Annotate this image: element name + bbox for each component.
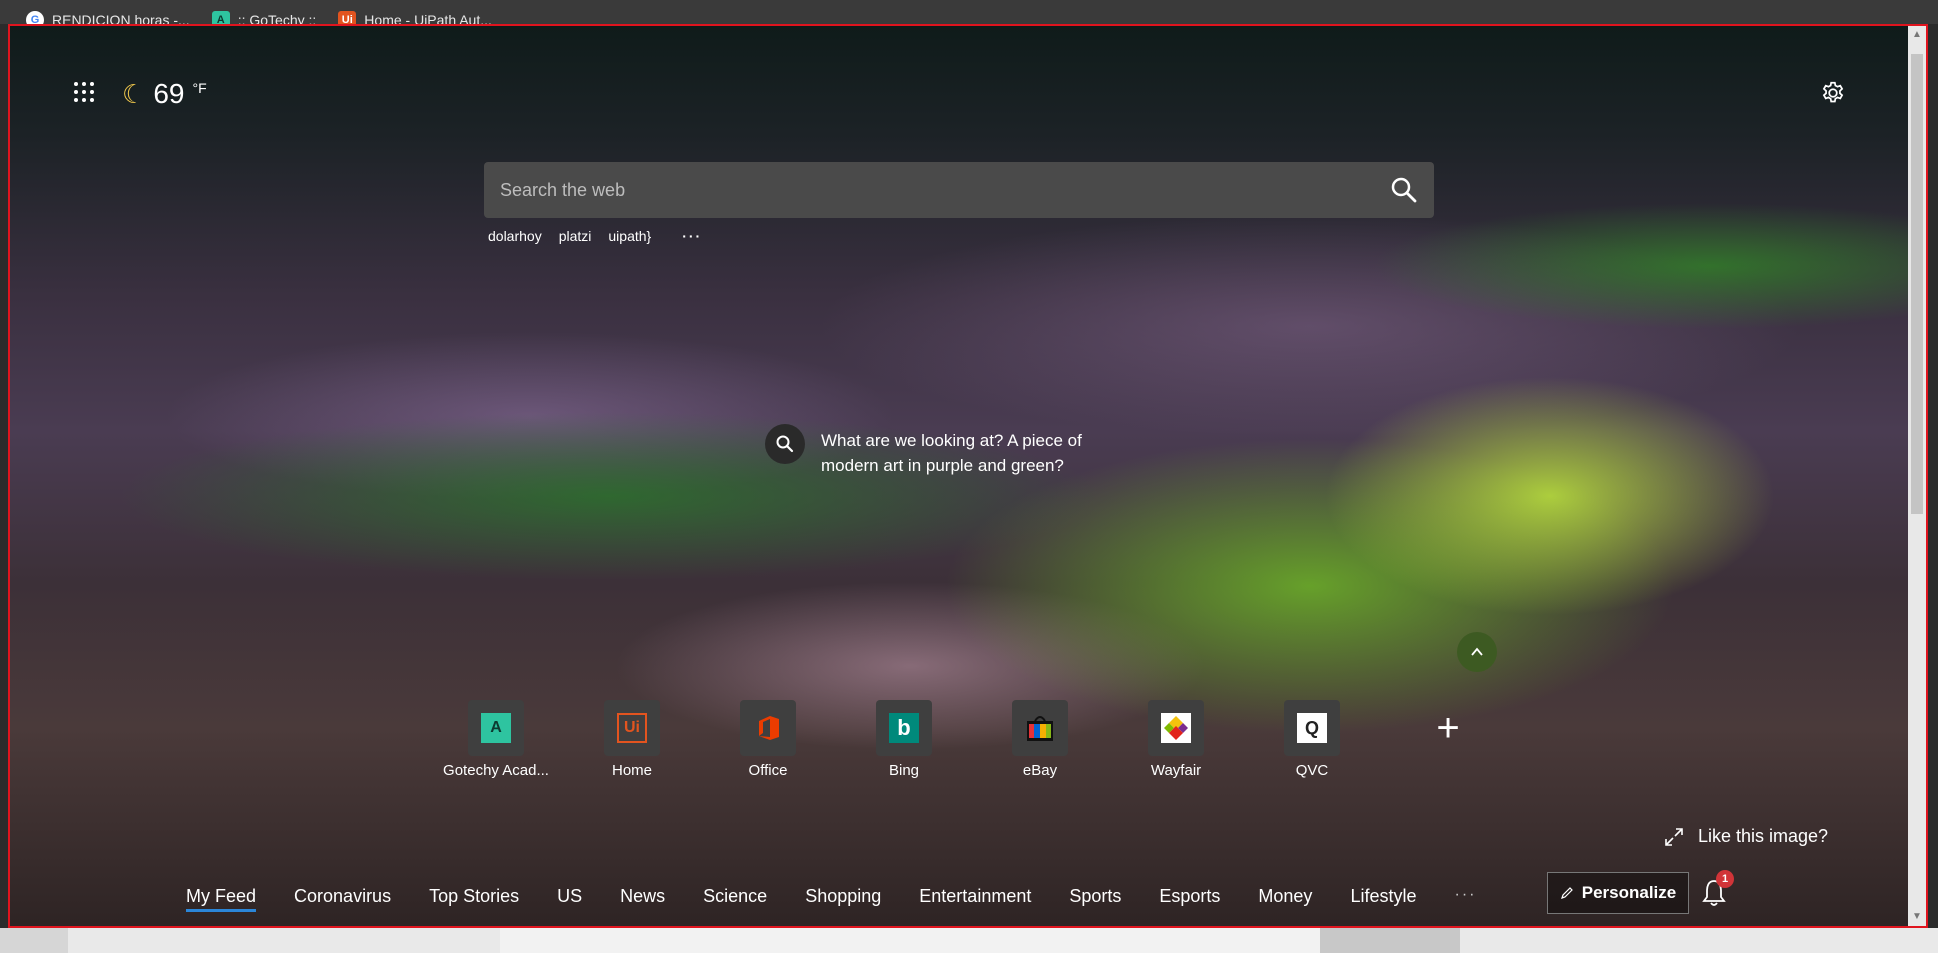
search-icon <box>1391 177 1417 203</box>
quick-link-tile: + <box>1420 700 1476 756</box>
settings-button[interactable] <box>1820 80 1846 106</box>
suggestion-link[interactable]: dolarhoy <box>488 228 542 244</box>
bing-icon: b <box>889 713 919 743</box>
bookmarks-bar: G RENDICION horas -... A :: GoTechy :: U… <box>0 0 1938 24</box>
gotechy-icon: A <box>481 713 511 743</box>
tab-sports[interactable]: Sports <box>1069 886 1121 907</box>
tab-my-feed[interactable]: My Feed <box>186 886 257 912</box>
ebay-icon <box>1027 716 1053 741</box>
add-quick-link-button[interactable]: + <box>1380 700 1516 779</box>
plus-icon: + <box>1436 706 1460 750</box>
gear-icon <box>1822 81 1844 103</box>
bookmark-gotechy[interactable]: A :: GoTechy :: <box>211 10 317 24</box>
quick-link-qvc[interactable]: Q QVC <box>1244 700 1380 779</box>
taskbar-strip <box>0 928 1938 953</box>
quick-link-office[interactable]: Office <box>700 700 836 779</box>
quick-link-home[interactable]: Ui Home <box>564 700 700 779</box>
quick-link-label: Office <box>748 762 788 779</box>
quick-link-tile <box>1148 700 1204 756</box>
personalize-button[interactable]: Personalize <box>1547 872 1689 914</box>
suggestion-link[interactable]: uipath} <box>608 228 651 244</box>
weather-unit: °F <box>192 80 207 96</box>
wayfair-icon <box>1161 713 1191 743</box>
search-input[interactable] <box>498 178 1388 202</box>
gotechy-icon: A <box>211 11 230 24</box>
search-icon <box>776 435 794 453</box>
scrollbar[interactable]: ▲ ▼ <box>1908 26 1926 926</box>
taskbar-segment <box>500 928 1320 953</box>
more-suggestions-button[interactable]: ··· <box>682 228 702 244</box>
pencil-icon <box>1560 887 1573 899</box>
bookmark-uipath[interactable]: Ui Home - UiPath Aut... <box>338 10 492 24</box>
expand-icon <box>1665 827 1683 846</box>
tab-lifestyle[interactable]: Lifestyle <box>1350 886 1416 907</box>
uipath-icon: Ui <box>617 713 647 743</box>
quick-link-tile: b <box>876 700 932 756</box>
tab-news[interactable]: News <box>620 886 665 907</box>
image-search-button[interactable] <box>765 424 805 464</box>
tab-us[interactable]: US <box>557 886 582 907</box>
new-tab-page: ☾ 69 °F dolarhoy platzi uipath} ··· <box>8 24 1928 928</box>
moon-icon: ☾ <box>122 79 146 109</box>
bookmark-label: RENDICION horas -... <box>52 12 190 24</box>
tab-esports[interactable]: Esports <box>1159 886 1220 907</box>
office-icon <box>759 716 779 740</box>
tab-coronavirus[interactable]: Coronavirus <box>294 886 391 907</box>
personalize-label: Personalize <box>1581 883 1677 902</box>
quick-link-label: eBay <box>1022 762 1058 779</box>
suggestion-link[interactable]: platzi <box>559 228 592 244</box>
tab-top-stories[interactable]: Top Stories <box>429 886 519 907</box>
search-suggestions: dolarhoy platzi uipath} ··· <box>488 228 702 244</box>
quick-link-label: Bing <box>888 762 920 779</box>
quick-link-label: Gotechy Acad... <box>443 762 549 779</box>
image-caption[interactable]: What are we looking at? A piece of moder… <box>821 428 1121 478</box>
scrollbar-thumb[interactable] <box>1911 54 1923 514</box>
taskbar-segment <box>1320 928 1460 953</box>
tab-shopping[interactable]: Shopping <box>805 886 881 907</box>
scroll-up-arrow-icon[interactable]: ▲ <box>1908 26 1926 44</box>
quick-link-wayfair[interactable]: Wayfair <box>1108 700 1244 779</box>
quick-link-tile: Ui <box>604 700 660 756</box>
feed-navigation: My Feed Coronavirus Top Stories US News … <box>186 886 1476 912</box>
bookmark-label: :: GoTechy :: <box>237 12 317 24</box>
image-info: What are we looking at? A piece of moder… <box>765 424 1121 475</box>
quick-link-bing[interactable]: b Bing <box>836 700 972 779</box>
bookmark-rendicion[interactable]: G RENDICION horas -... <box>26 10 190 24</box>
like-image-label: Like this image? <box>1698 826 1829 846</box>
quick-link-label: QVC <box>1295 762 1329 779</box>
quick-link-ebay[interactable]: eBay <box>972 700 1108 779</box>
qvc-icon: Q <box>1297 713 1327 743</box>
quick-link-tile <box>740 700 796 756</box>
quick-link-tile: A <box>468 700 524 756</box>
notification-badge: 1 <box>1716 870 1734 888</box>
bookmark-label: Home - UiPath Aut... <box>364 12 492 24</box>
apps-grid-icon <box>74 82 94 102</box>
quick-link-label: Wayfair <box>1150 762 1202 779</box>
uipath-icon: Ui <box>338 11 357 24</box>
tab-science[interactable]: Science <box>703 886 767 907</box>
weather-widget[interactable]: ☾ 69 °F <box>122 78 207 110</box>
notifications-button[interactable]: 1 <box>1700 870 1734 910</box>
tab-money[interactable]: Money <box>1258 886 1312 907</box>
apps-launcher-button[interactable] <box>72 80 96 104</box>
chevron-up-icon <box>1471 647 1483 656</box>
more-tabs-button[interactable]: ··· <box>1454 886 1476 907</box>
quick-link-tile <box>1012 700 1068 756</box>
quick-link-label: Home <box>611 762 652 779</box>
quick-link-tile: Q <box>1284 700 1340 756</box>
quick-links: A Gotechy Acad... Ui Home Office b Bing <box>428 700 1516 779</box>
google-icon: G <box>26 11 44 24</box>
search-box <box>484 162 1434 218</box>
search-submit-button[interactable] <box>1388 174 1420 206</box>
collapse-button[interactable] <box>1457 632 1497 672</box>
scroll-down-arrow-icon[interactable]: ▼ <box>1908 908 1926 926</box>
quick-link-gotechy[interactable]: A Gotechy Acad... <box>428 700 564 779</box>
taskbar-segment <box>0 928 68 953</box>
tab-entertainment[interactable]: Entertainment <box>919 886 1031 907</box>
weather-temperature: 69 <box>153 78 185 109</box>
like-image-button[interactable]: Like this image? <box>1664 826 1828 847</box>
